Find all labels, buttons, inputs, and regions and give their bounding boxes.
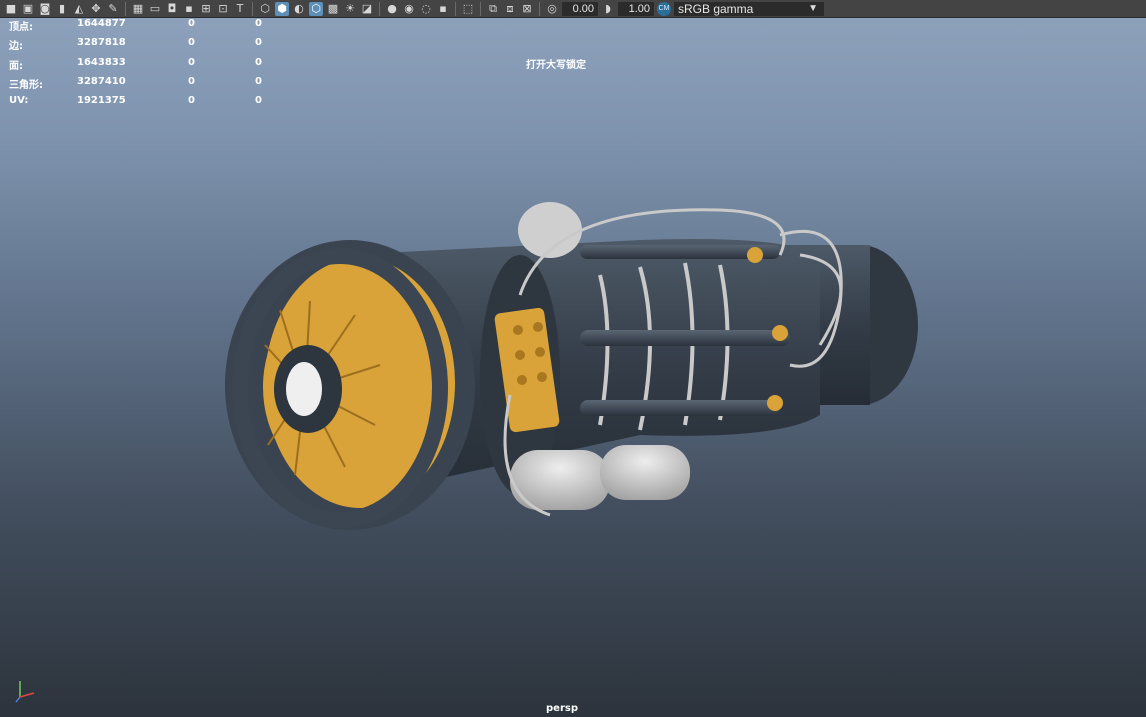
backface-icon[interactable]: ⧈ xyxy=(503,2,517,16)
hud-row-triangles: 三角形: 3287410 0 0 xyxy=(9,76,269,95)
hud-value: 0 xyxy=(255,95,262,107)
xray-active-icon[interactable]: ⧉ xyxy=(486,2,500,16)
exposure-field[interactable]: 0.00 xyxy=(562,1,598,16)
safe-title-icon[interactable]: T xyxy=(233,2,247,16)
gamma-field[interactable]: 1.00 xyxy=(618,1,654,16)
toolbar-separator xyxy=(125,1,126,16)
xray-joints-icon[interactable]: ◉ xyxy=(402,2,416,16)
hud-value: 3287818 xyxy=(77,37,126,49)
shadows-icon[interactable]: ◪ xyxy=(360,2,374,16)
toolbar-separator xyxy=(539,1,540,16)
tumble-icon[interactable]: ✥ xyxy=(89,2,103,16)
hud-label: 边: xyxy=(9,41,23,53)
textured-icon[interactable]: ▩ xyxy=(326,2,340,16)
toolbar-separator xyxy=(455,1,456,16)
cm-icon[interactable]: CM xyxy=(657,1,671,16)
exposure-icon[interactable]: ◎ xyxy=(545,2,559,16)
motion-blur-icon[interactable]: ▪ xyxy=(436,2,450,16)
smooth-shade-icon[interactable]: ⬢ xyxy=(275,1,289,16)
hud-row-faces: 面: 1643833 0 0 xyxy=(9,57,269,76)
default-material-icon[interactable]: ◐ xyxy=(292,2,306,16)
hud-row-edges: 边: 3287818 0 0 xyxy=(9,37,269,56)
film-gate-icon[interactable]: ▭ xyxy=(148,2,162,16)
hud-value: 0 xyxy=(188,75,195,87)
camera-attr-icon[interactable]: ▣ xyxy=(21,2,35,16)
resolution-gate-icon[interactable]: ◘ xyxy=(165,2,179,16)
poly-count-hud: 顶点: 1644877 0 0 边: 3287818 0 0 面: 164383… xyxy=(9,18,269,114)
screen-ao-icon[interactable]: ◌ xyxy=(419,2,433,16)
image-plane-icon[interactable]: ◭ xyxy=(72,2,86,16)
hud-value: 0 xyxy=(188,18,195,29)
wireframe-on-shaded-icon[interactable]: ⬡ xyxy=(309,1,323,16)
hud-row-uvs: UV: 1921375 0 0 xyxy=(9,95,269,114)
hud-label: 顶点: xyxy=(9,22,33,33)
hud-value: 1643833 xyxy=(77,56,126,68)
hud-label: 三角形: xyxy=(9,79,43,91)
fuel-tank xyxy=(600,445,690,500)
camera-select-icon[interactable]: ◙ xyxy=(38,2,52,16)
hud-value: 0 xyxy=(255,37,262,49)
toolbar-separator xyxy=(252,1,253,16)
view-transform-select[interactable]: sRGB gamma ▼ xyxy=(674,1,824,16)
xray-icon[interactable]: ● xyxy=(385,2,399,16)
hud-label: 面: xyxy=(9,60,23,72)
chevron-down-icon: ▼ xyxy=(808,2,818,14)
hud-value: 1644877 xyxy=(77,18,126,29)
gate-mask-icon[interactable]: ▪ xyxy=(182,2,196,16)
hud-value: 1921375 xyxy=(77,95,126,107)
caps-lock-message: 打开大写锁定 xyxy=(526,60,586,71)
hud-value: 0 xyxy=(255,18,262,29)
grease-pencil-icon[interactable]: ✎ xyxy=(106,2,120,16)
use-lights-icon[interactable]: ☀ xyxy=(343,2,357,16)
hud-label: UV: xyxy=(9,95,29,107)
gamma-icon[interactable]: ◗ xyxy=(601,2,615,16)
view-transform-value: sRGB gamma xyxy=(678,1,754,16)
spinner-cone xyxy=(286,362,322,416)
wireframe-icon[interactable]: ⬡ xyxy=(258,2,272,16)
hud-value: 0 xyxy=(188,95,195,107)
jet-engine-model[interactable] xyxy=(220,195,930,540)
hud-icon[interactable]: ⊠ xyxy=(520,2,534,16)
bookmark-icon[interactable]: ▮ xyxy=(55,2,69,16)
toolbar-separator xyxy=(379,1,380,16)
hud-value: 0 xyxy=(255,75,262,87)
grid-icon[interactable]: ▦ xyxy=(131,2,145,16)
camera-icon[interactable]: ■ xyxy=(4,2,18,16)
hud-value: 0 xyxy=(255,56,262,68)
isolate-select-icon[interactable]: ⬚ xyxy=(461,2,475,16)
hud-row-vertices: 顶点: 1644877 0 0 xyxy=(9,18,269,37)
field-chart-icon[interactable]: ⊞ xyxy=(199,2,213,16)
hud-value: 0 xyxy=(188,37,195,49)
hud-value: 3287410 xyxy=(77,75,126,87)
hud-value: 0 xyxy=(188,56,195,68)
safe-action-icon[interactable]: ⊡ xyxy=(216,2,230,16)
toolbar-separator xyxy=(480,1,481,16)
axis-gizmo xyxy=(15,681,35,703)
viewport-toolbar: ■ ▣ ◙ ▮ ◭ ✥ ✎ ▦ ▭ ◘ ▪ ⊞ ⊡ T ⬡ ⬢ ◐ ⬡ ▩ ☀ … xyxy=(0,0,1146,18)
camera-name-label: persp xyxy=(546,703,578,714)
